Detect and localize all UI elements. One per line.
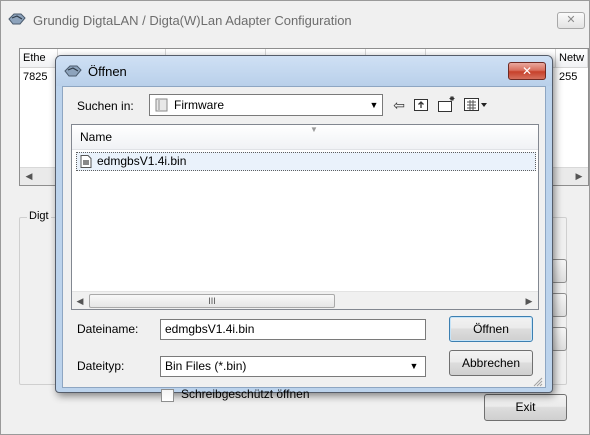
dialog-body: Suchen in: Firmware ▼ ⇦ Name ▼ edmgbsV1.… — [62, 86, 546, 402]
horizontal-scrollbar[interactable]: ◀ III ▶ — [72, 291, 538, 309]
sort-indicator-icon: ▼ — [310, 125, 318, 134]
scrollbar-thumb[interactable]: III — [89, 294, 335, 308]
scroll-left-icon[interactable]: ◀ — [21, 168, 37, 184]
resize-grip-icon[interactable] — [531, 375, 543, 387]
file-name: edmgbsV1.4i.bin — [97, 154, 187, 168]
close-icon: ✕ — [521, 64, 533, 78]
cancel-button[interactable]: Abbrechen — [449, 350, 533, 376]
list-cell: 7825 — [23, 71, 48, 83]
folder-icon — [155, 98, 168, 112]
column-header-netmask[interactable]: Netw — [556, 49, 588, 68]
views-menu-icon[interactable] — [463, 97, 489, 113]
exit-button[interactable]: Exit — [484, 394, 567, 421]
scroll-right-icon[interactable]: ▶ — [571, 168, 587, 184]
app-icon — [64, 65, 82, 77]
new-folder-icon[interactable] — [437, 95, 457, 113]
list-item[interactable]: edmgbsV1.4i.bin — [76, 152, 536, 171]
list-cell: 255 — [559, 71, 578, 83]
back-arrow-icon[interactable]: ⇦ — [389, 95, 409, 115]
filetype-label: Dateityp: — [77, 359, 125, 373]
lookin-dropdown[interactable]: Firmware ▼ — [149, 94, 383, 116]
file-icon — [80, 155, 92, 168]
filetype-value: Bin Files (*.bin) — [165, 359, 247, 373]
background-button[interactable] — [551, 293, 567, 317]
main-titlebar: Grundig DigtaLAN / Digta(W)Lan Adapter C… — [1, 1, 589, 37]
background-button[interactable] — [551, 327, 567, 351]
dialog-title: Öffnen — [88, 64, 127, 79]
column-header-ethernet[interactable]: Ethe — [20, 49, 58, 68]
grip-icon: III — [208, 296, 216, 306]
main-close-button[interactable]: ✕ — [557, 12, 585, 29]
filename-label: Dateiname: — [77, 322, 139, 336]
up-folder-icon[interactable] — [413, 97, 429, 113]
open-button[interactable]: Öffnen — [449, 316, 533, 342]
file-list[interactable]: Name ▼ edmgbsV1.4i.bin ◀ III ▶ — [71, 124, 539, 310]
app-icon — [8, 13, 26, 25]
group-box-label: Digt — [27, 210, 51, 222]
dialog-titlebar: Öffnen ✕ — [56, 56, 552, 86]
open-file-dialog: Öffnen ✕ Suchen in: Firmware ▼ ⇦ Name ▼ … — [55, 55, 553, 402]
chevron-down-icon[interactable]: ▼ — [366, 96, 382, 114]
scroll-left-icon[interactable]: ◀ — [72, 293, 88, 309]
filetype-dropdown[interactable]: Bin Files (*.bin) ▼ — [160, 356, 426, 377]
readonly-label[interactable]: Schreibgeschützt öffnen — [181, 387, 310, 401]
main-window-title: Grundig DigtaLAN / Digta(W)Lan Adapter C… — [33, 13, 352, 28]
readonly-checkbox[interactable] — [161, 389, 174, 402]
chevron-down-icon[interactable]: ▼ — [405, 358, 423, 375]
background-button[interactable] — [551, 259, 567, 283]
close-icon: ✕ — [566, 14, 576, 26]
scroll-right-icon[interactable]: ▶ — [521, 293, 537, 309]
column-header-name[interactable]: Name ▼ — [72, 125, 538, 150]
column-name-label: Name — [80, 130, 113, 144]
filename-input[interactable]: edmgbsV1.4i.bin — [160, 319, 426, 340]
dialog-close-button[interactable]: ✕ — [508, 62, 546, 80]
lookin-label: Suchen in: — [77, 99, 134, 113]
lookin-value: Firmware — [174, 98, 224, 112]
